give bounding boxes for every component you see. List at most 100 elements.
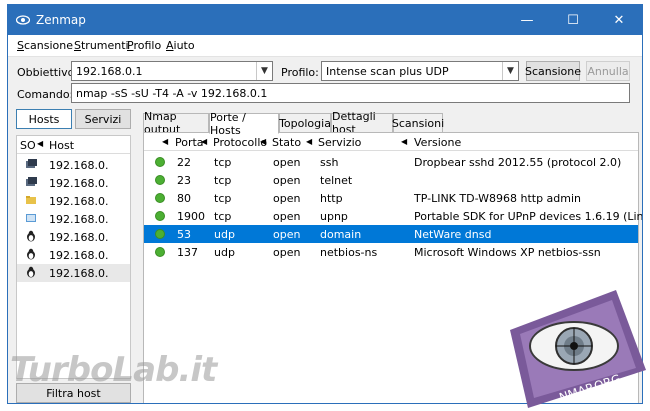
- nmap-eye-logo: NMAP.ORG: [510, 290, 646, 408]
- host-ip: 192.168.0.: [49, 159, 109, 172]
- tab-topology[interactable]: Topologia: [279, 113, 331, 133]
- cancel-button[interactable]: Annulla: [586, 61, 630, 81]
- port-version: Dropbear sshd 2012.55 (protocol 2.0): [414, 156, 622, 169]
- window-title: Zenmap: [36, 13, 86, 27]
- linux-icon: [27, 266, 35, 278]
- port-state: open: [273, 246, 301, 259]
- column-protocol[interactable]: Protocollo: [213, 136, 267, 149]
- close-button[interactable]: ✕: [596, 5, 642, 35]
- tab-host-details[interactable]: Dettagli host: [331, 110, 393, 136]
- sort-arrow-icon[interactable]: ◀: [201, 137, 207, 146]
- port-protocol: tcp: [214, 192, 232, 205]
- port-protocol: udp: [214, 246, 235, 259]
- tab-nmap-output[interactable]: Nmap output: [143, 110, 209, 136]
- port-service: netbios-ns: [320, 246, 378, 259]
- port-service: upnp: [320, 210, 348, 223]
- windows-icon: [26, 214, 36, 222]
- zenmap-eye-icon: [16, 15, 30, 25]
- command-value: nmap -sS -sU -T4 -A -v 192.168.0.1: [76, 87, 268, 100]
- port-protocol: tcp: [214, 156, 232, 169]
- host-row[interactable]: 192.168.0.: [17, 156, 130, 174]
- scan-button[interactable]: Scansione: [525, 61, 581, 81]
- chevron-down-icon[interactable]: ▼: [502, 62, 518, 80]
- port-number: 137: [177, 246, 198, 259]
- sort-arrow-icon[interactable]: ◀: [162, 137, 168, 146]
- profile-label: Profilo:: [281, 66, 319, 79]
- router-icon: [26, 177, 37, 186]
- port-row-selected[interactable]: 53 udp open domain NetWare dnsd: [144, 225, 638, 243]
- turbolab-watermark: TurboLab.it: [10, 350, 217, 390]
- host-list-header: SO ◀ Host: [17, 136, 130, 154]
- port-state: open: [273, 192, 301, 205]
- port-number: 1900: [177, 210, 205, 223]
- port-row[interactable]: 23 tcp open telnet: [144, 171, 638, 189]
- tab-ports-hosts[interactable]: Porte / Hosts: [209, 111, 279, 137]
- profile-combo[interactable]: Intense scan plus UDP ▼: [321, 61, 519, 81]
- title-bar: Zenmap — ☐ ✕: [8, 5, 642, 35]
- column-host[interactable]: Host: [49, 139, 74, 152]
- menu-bar: Scansione Strumenti Profilo Aiuto: [8, 35, 642, 57]
- column-version[interactable]: Versione: [414, 136, 461, 149]
- linux-icon: [27, 230, 35, 242]
- port-version: TP-LINK TD-W8968 http admin: [414, 192, 582, 205]
- menu-profilo[interactable]: Profilo: [127, 39, 161, 52]
- port-protocol: udp: [214, 228, 235, 241]
- services-toggle-button[interactable]: Servizi: [75, 109, 131, 129]
- tab-scans[interactable]: Scansioni: [392, 113, 444, 133]
- host-ip: 192.168.0.: [49, 177, 109, 190]
- maximize-button[interactable]: ☐: [550, 5, 596, 35]
- hosts-toggle-button[interactable]: Hosts: [16, 109, 72, 129]
- router-icon: [26, 159, 37, 168]
- column-port[interactable]: Porta: [175, 136, 204, 149]
- host-ip: 192.168.0.: [49, 213, 109, 226]
- sort-arrow-icon[interactable]: ◀: [306, 137, 312, 146]
- host-row[interactable]: 192.168.0.: [17, 246, 130, 264]
- profile-value: Intense scan plus UDP: [326, 65, 449, 78]
- port-number: 53: [177, 228, 191, 241]
- port-state: open: [273, 228, 301, 241]
- host-row-selected[interactable]: 192.168.0.: [17, 264, 130, 282]
- port-service: http: [320, 192, 343, 205]
- port-row[interactable]: 137 udp open netbios-ns Microsoft Window…: [144, 243, 638, 261]
- column-state[interactable]: Stato: [272, 136, 301, 149]
- linux-icon: [27, 248, 35, 260]
- port-service: domain: [320, 228, 362, 241]
- host-ip: 192.168.0.: [49, 231, 109, 244]
- host-row[interactable]: 192.168.0.: [17, 192, 130, 210]
- port-version: NetWare dnsd: [414, 228, 492, 241]
- sort-arrow-icon[interactable]: ◀: [260, 137, 266, 146]
- host-row[interactable]: 192.168.0.: [17, 174, 130, 192]
- port-number: 80: [177, 192, 191, 205]
- open-status-dot: [155, 247, 165, 257]
- command-field[interactable]: nmap -sS -sU -T4 -A -v 192.168.0.1: [71, 83, 630, 103]
- port-row[interactable]: 80 tcp open http TP-LINK TD-W8968 http a…: [144, 189, 638, 207]
- menu-scansione[interactable]: Scansione: [17, 39, 73, 52]
- sort-arrow-icon[interactable]: ◀: [401, 137, 407, 146]
- command-label: Comando:: [17, 88, 74, 101]
- chevron-down-icon[interactable]: ▼: [256, 62, 272, 80]
- menu-strumenti[interactable]: Strumenti: [74, 39, 129, 52]
- column-os[interactable]: SO: [20, 139, 36, 152]
- menu-aiuto[interactable]: Aiuto: [166, 39, 195, 52]
- port-service: ssh: [320, 156, 339, 169]
- sort-arrow-icon[interactable]: ◀: [37, 139, 43, 148]
- open-status-dot: [155, 175, 165, 185]
- host-list: SO ◀ Host 192.168.0. 192.168.0. 192.168.…: [16, 135, 131, 379]
- open-status-dot: [155, 211, 165, 221]
- port-version: Portable SDK for UPnP devices 1.6.19 (Li…: [414, 210, 643, 223]
- open-status-dot: [155, 229, 165, 239]
- column-service[interactable]: Servizio: [318, 136, 361, 149]
- target-combo[interactable]: 192.168.0.1 ▼: [71, 61, 273, 81]
- port-state: open: [273, 174, 301, 187]
- target-label: Obbiettivo:: [17, 66, 79, 79]
- port-row[interactable]: 1900 tcp open upnp Portable SDK for UPnP…: [144, 207, 642, 225]
- port-row[interactable]: 22 tcp open ssh Dropbear sshd 2012.55 (p…: [144, 153, 638, 171]
- host-row[interactable]: 192.168.0.: [17, 228, 130, 246]
- target-value: 192.168.0.1: [76, 65, 143, 78]
- host-row[interactable]: 192.168.0.: [17, 210, 130, 228]
- minimize-button[interactable]: —: [504, 5, 550, 35]
- port-state: open: [273, 210, 301, 223]
- folder-icon: [26, 196, 36, 204]
- port-number: 23: [177, 174, 191, 187]
- port-version: Microsoft Windows XP netbios-ssn: [414, 246, 601, 259]
